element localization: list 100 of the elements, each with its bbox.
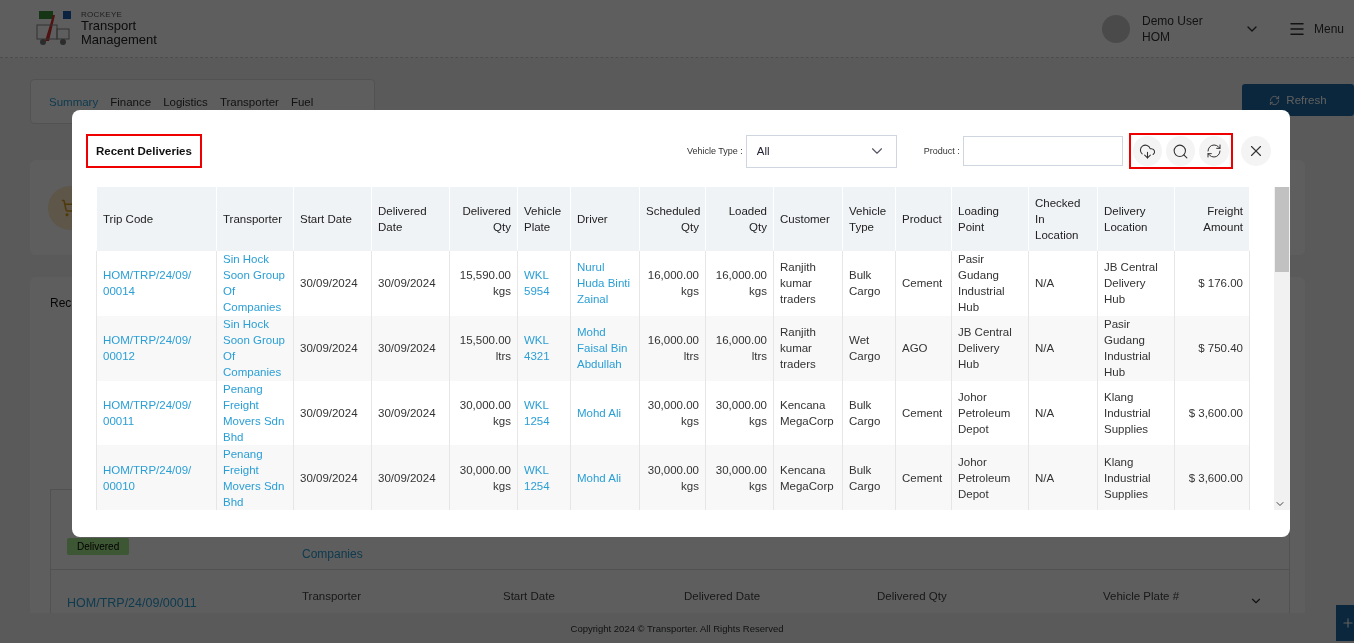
column-header: Trip Code — [96, 187, 217, 251]
table-link[interactable]: Penang Freight Movers Sdn Bhd — [216, 445, 294, 510]
table-cell: 30/09/2024 — [371, 445, 450, 510]
table-cell: $ 750.40 — [1174, 315, 1250, 381]
tab[interactable]: Fuel — [290, 95, 314, 108]
table-cell: Wet Cargo — [842, 315, 896, 381]
table-cell: 16,000.00 ltrs — [705, 315, 774, 381]
column-header: Loading Point — [951, 187, 1029, 251]
search-icon — [1172, 142, 1190, 160]
column-header: Loaded Qty — [705, 187, 774, 251]
table-cell: 30,000.00 kgs — [639, 445, 706, 510]
product-field[interactable] — [962, 136, 1123, 166]
column-header: Delivered Qty — [449, 187, 518, 251]
table-cell: AGO — [895, 315, 952, 381]
table-link[interactable]: Mohd Ali — [570, 445, 640, 510]
table-cell: 16,000.00 kgs — [639, 251, 706, 316]
cloud-download-icon — [1138, 142, 1156, 160]
detail-label: Transporter — [302, 590, 362, 604]
tab[interactable]: Logistics — [163, 95, 208, 108]
trip-code-link[interactable]: HOM/TRP/24/09/00011 — [67, 590, 302, 613]
column-header: Delivery Location — [1097, 187, 1175, 251]
table-cell: Klang Industrial Supplies — [1097, 445, 1175, 510]
refresh-button[interactable]: Refresh — [1242, 84, 1354, 116]
dialog-title: Recent Deliveries — [86, 134, 202, 168]
table-cell: Pasir Gudang Industrial Hub — [951, 251, 1029, 316]
table-cell: 16,000.00 ltrs — [639, 315, 706, 381]
table-link[interactable]: WKL 1254 — [517, 445, 571, 510]
tab[interactable]: Summary — [49, 95, 99, 108]
table-link[interactable]: Sin Hock Soon Group Of Companies — [216, 251, 294, 316]
column-header: Product — [895, 187, 952, 251]
table-link[interactable]: WKL 5954 — [517, 251, 571, 316]
table-cell: Pasir Gudang Industrial Hub — [1097, 315, 1175, 381]
status-badge: Delivered — [67, 538, 130, 555]
table-cell: $ 176.00 — [1174, 251, 1250, 316]
table-link[interactable]: WKL 4321 — [517, 315, 571, 381]
section-title: Rec — [50, 296, 72, 310]
table-cell: N/A — [1028, 251, 1098, 316]
table-link[interactable]: Mohd Faisal Bin Abdullah — [570, 315, 640, 381]
transporter-link[interactable]: Companies — [302, 547, 1289, 561]
table-cell: 30/09/2024 — [293, 445, 372, 510]
column-header: Customer — [773, 187, 843, 251]
column-header: Driver — [570, 187, 640, 251]
table-cell: 30,000.00 kgs — [449, 445, 518, 510]
brand-name: Management — [81, 33, 157, 47]
scrollbar-thumb[interactable] — [1275, 187, 1289, 272]
column-header: Checked In Location — [1028, 187, 1098, 251]
detail-label: Vehicle Plate # — [1103, 590, 1181, 604]
table-cell: 30/09/2024 — [293, 251, 372, 316]
table-link[interactable]: Sin Hock Soon Group Of Companies — [216, 315, 294, 381]
column-header: Delivered Date — [371, 187, 450, 251]
table-link[interactable]: Nurul Huda Binti Zainal — [570, 251, 640, 316]
table-cell: Johor Petroleum Depot — [951, 445, 1029, 510]
column-header: Scheduled Qty — [639, 187, 706, 251]
table-cell: Ranjith kumar traders — [773, 315, 843, 381]
table-cell: 30,000.00 kgs — [705, 445, 774, 510]
vehicle-type-select[interactable]: All — [745, 134, 897, 168]
vehicle-type-label: Vehicle Type : — [686, 146, 743, 156]
plus-icon — [1341, 616, 1354, 630]
refresh-icon-button[interactable] — [1199, 136, 1229, 166]
table-cell: Cement — [895, 251, 952, 316]
table-cell: Cement — [895, 445, 952, 510]
copyright-text: Copyright 2024 © Transporter. All Rights Reserved — [570, 622, 784, 634]
table-cell: 15,500.00 ltrs — [449, 315, 518, 381]
scrollbar-track[interactable] — [1274, 187, 1290, 510]
detail-label: Start Date — [503, 590, 556, 604]
tab[interactable]: Transporter — [219, 95, 279, 108]
brand-name: Transport — [81, 19, 138, 33]
user-name: Demo User — [1141, 12, 1204, 29]
table-link[interactable]: HOM/TRP/24/09/00010 — [96, 445, 217, 510]
add-button[interactable] — [1336, 605, 1354, 641]
detail-label: Delivered Qty — [877, 590, 948, 604]
column-header: Transporter — [216, 187, 294, 251]
table-cell: JB Central Delivery Hub — [951, 315, 1029, 381]
table-cell: 16,000.00 kgs — [705, 251, 774, 316]
column-header: Vehicle Plate — [517, 187, 571, 251]
close-button[interactable] — [1240, 136, 1271, 166]
detail-label: Delivered Date — [684, 590, 762, 604]
table-link[interactable]: HOM/TRP/24/09/00014 — [96, 251, 217, 316]
table-cell: JB Central Delivery Hub — [1097, 251, 1175, 316]
cloud-download-button[interactable] — [1132, 136, 1163, 166]
table-cell: N/A — [1028, 315, 1098, 381]
refresh-icon — [1206, 143, 1223, 159]
tab[interactable]: Finance — [110, 95, 152, 108]
search-button[interactable] — [1166, 136, 1196, 166]
table-cell: Ranjith kumar traders — [773, 251, 843, 316]
table-cell: 30/09/2024 — [371, 315, 450, 381]
column-header: Freight Amount — [1174, 187, 1250, 251]
refresh-icon — [1269, 94, 1281, 106]
table-cell: 30/09/2024 — [371, 251, 450, 316]
table-cell: Kencana MegaCorp — [773, 445, 843, 510]
table-cell: N/A — [1028, 445, 1098, 510]
menu-button[interactable]: Menu — [1287, 19, 1344, 38]
table-link[interactable]: HOM/TRP/24/09/00012 — [96, 315, 217, 381]
table-cell: 30/09/2024 — [293, 315, 372, 381]
column-header: Vehicle Type — [842, 187, 896, 251]
table-cell: 15,590.00 kgs — [449, 251, 518, 316]
table-cell: Bulk Cargo — [842, 251, 896, 316]
product-label: Product : — [923, 146, 960, 156]
column-header: Start Date — [293, 187, 372, 251]
user-role: HOM — [1141, 28, 1171, 45]
